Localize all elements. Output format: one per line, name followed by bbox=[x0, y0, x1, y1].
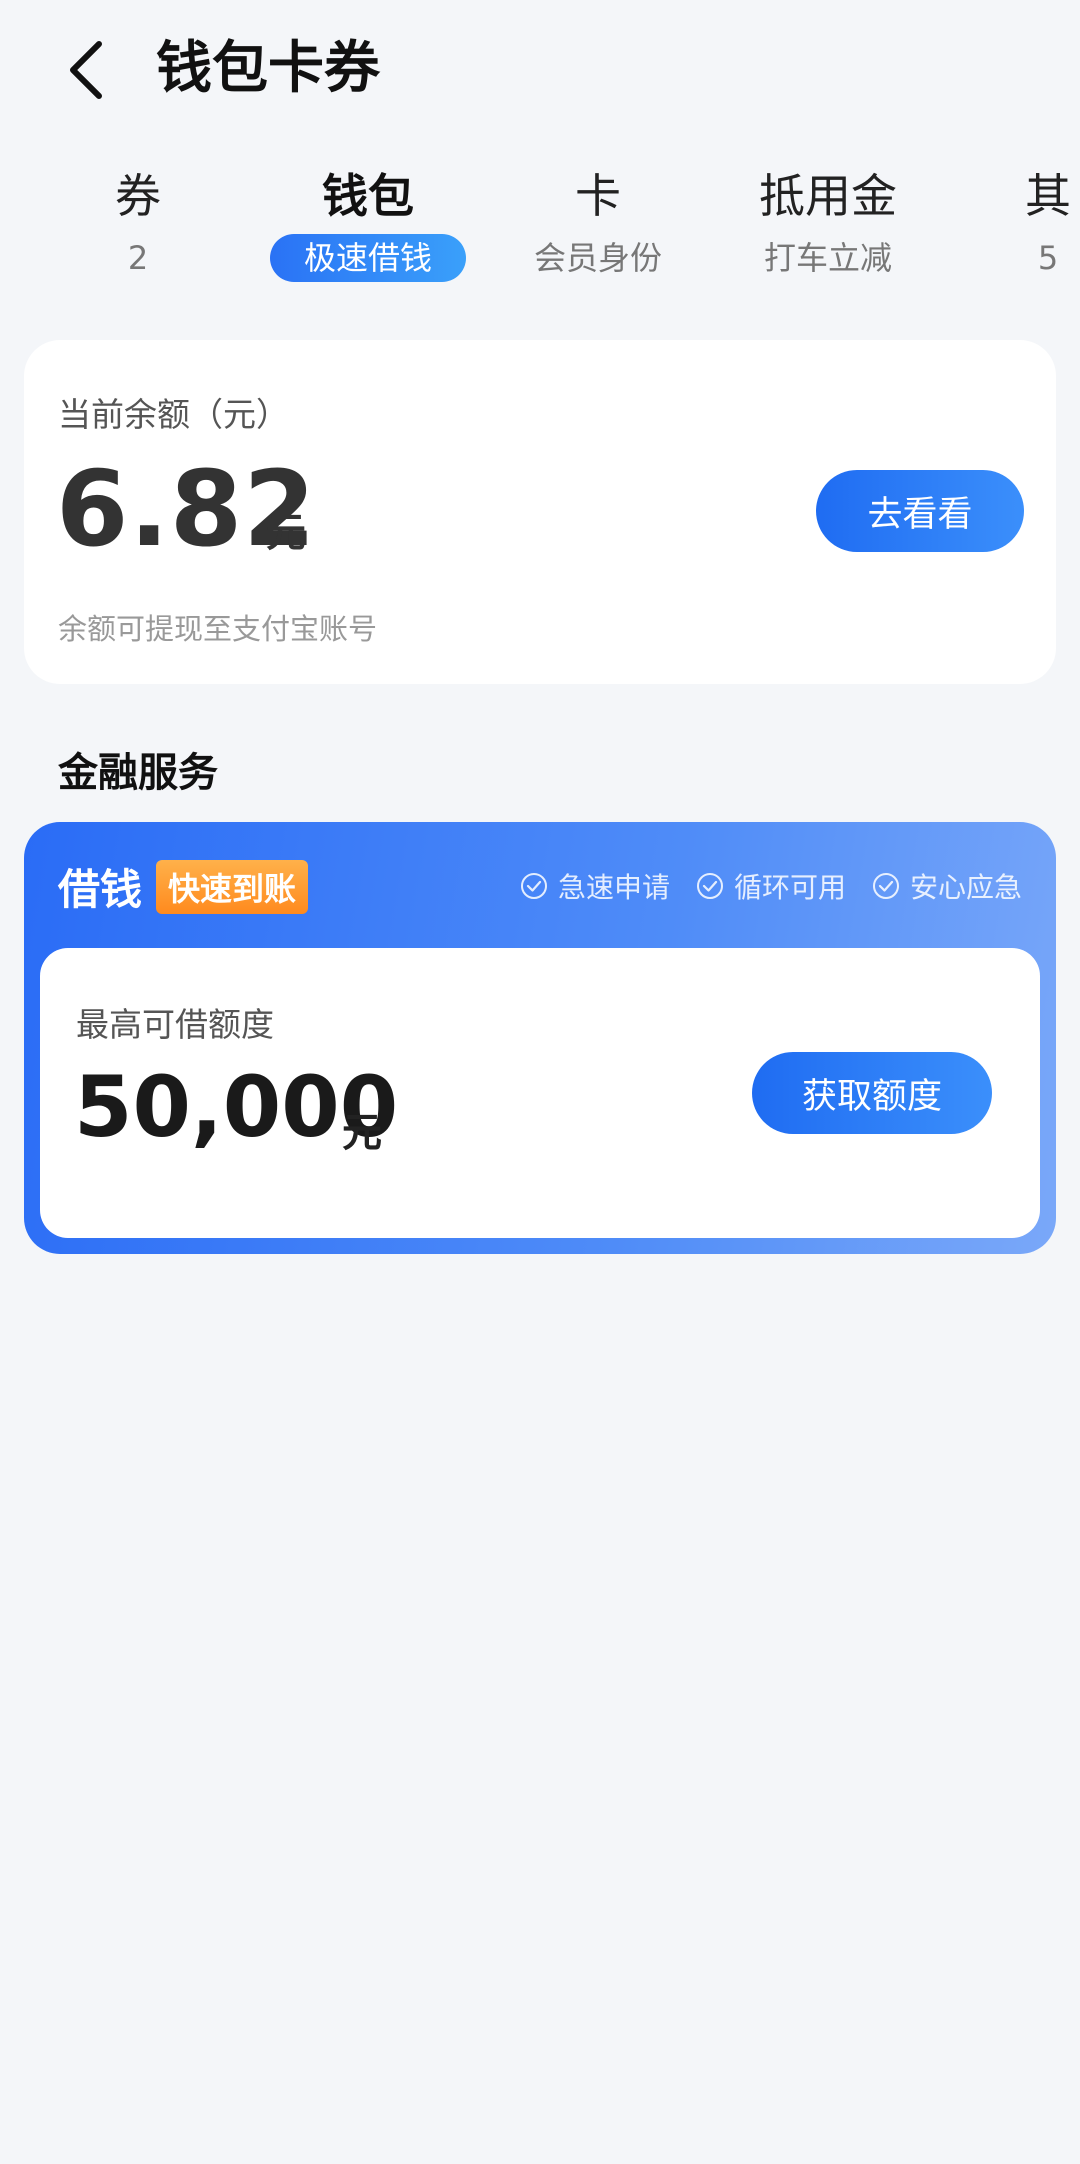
tab-sub: 打车立减 bbox=[763, 239, 892, 277]
tab-cards[interactable]: 卡 会员身份 bbox=[488, 160, 708, 282]
limit-unit: 元 bbox=[342, 1110, 382, 1156]
tab-label: 卡 bbox=[575, 169, 621, 223]
loan-limit-card: 最高可借额度 50,000 元 获取额度 bbox=[40, 948, 1040, 1238]
tab-sub: 5 bbox=[1037, 239, 1059, 277]
limit-label: 最高可借额度 bbox=[76, 1005, 274, 1044]
wallet-page: 钱包卡券 券 2 钱包 极速借钱 卡 会员身份 抵用金 打车立减 其 5 当前余… bbox=[0, 0, 1080, 2164]
back-button[interactable] bbox=[50, 30, 120, 110]
tab-coupons[interactable]: 券 2 bbox=[28, 160, 248, 282]
balance-label: 当前余额（元） bbox=[58, 395, 289, 434]
tab-label: 钱包 bbox=[322, 169, 414, 223]
feature-list: 急速申请 循环可用 安心应急 bbox=[520, 866, 1022, 906]
tab-other[interactable]: 其 5 bbox=[938, 160, 1080, 282]
loan-title: 借钱 bbox=[58, 865, 143, 914]
view-button[interactable]: 去看看 bbox=[816, 470, 1024, 552]
feature-label: 急速申请 bbox=[557, 871, 670, 904]
tab-label: 券 bbox=[115, 169, 161, 223]
feature-item: 安心应急 bbox=[872, 866, 1022, 906]
check-circle-icon bbox=[696, 873, 723, 899]
tab-bar: 券 2 钱包 极速借钱 卡 会员身份 抵用金 打车立减 其 5 bbox=[0, 160, 1080, 300]
section-title: 金融服务 bbox=[58, 750, 218, 796]
tab-label: 抵用金 bbox=[759, 169, 897, 223]
balance-unit: 元 bbox=[266, 510, 306, 556]
tab-sub: 2 bbox=[127, 239, 149, 277]
header: 钱包卡券 bbox=[0, 0, 1080, 140]
check-circle-icon bbox=[872, 873, 899, 899]
tab-sub: 极速借钱 bbox=[269, 234, 466, 282]
tab-label: 其 bbox=[1025, 169, 1071, 223]
get-limit-button[interactable]: 获取额度 bbox=[752, 1052, 992, 1134]
chevron-left-icon bbox=[70, 41, 102, 99]
balance-note: 余额可提现至支付宝账号 bbox=[58, 612, 378, 646]
tab-vouchers[interactable]: 抵用金 打车立减 bbox=[718, 160, 938, 282]
loan-card[interactable]: 借钱 快速到账 急速申请 循环可用 安心应急 最高可借额度 50,000 元 获… bbox=[24, 822, 1056, 1254]
check-circle-icon bbox=[520, 873, 547, 899]
feature-item: 循环可用 bbox=[696, 866, 846, 906]
balance-card: 当前余额（元） 6.82 元 余额可提现至支付宝账号 去看看 bbox=[24, 340, 1056, 684]
tab-sub: 会员身份 bbox=[533, 239, 662, 277]
feature-label: 循环可用 bbox=[733, 871, 846, 904]
fast-arrival-badge: 快速到账 bbox=[156, 860, 309, 914]
page-title: 钱包卡券 bbox=[156, 36, 380, 101]
feature-label: 安心应急 bbox=[909, 871, 1022, 904]
feature-item: 急速申请 bbox=[520, 866, 670, 906]
tab-wallet[interactable]: 钱包 极速借钱 bbox=[258, 160, 478, 282]
